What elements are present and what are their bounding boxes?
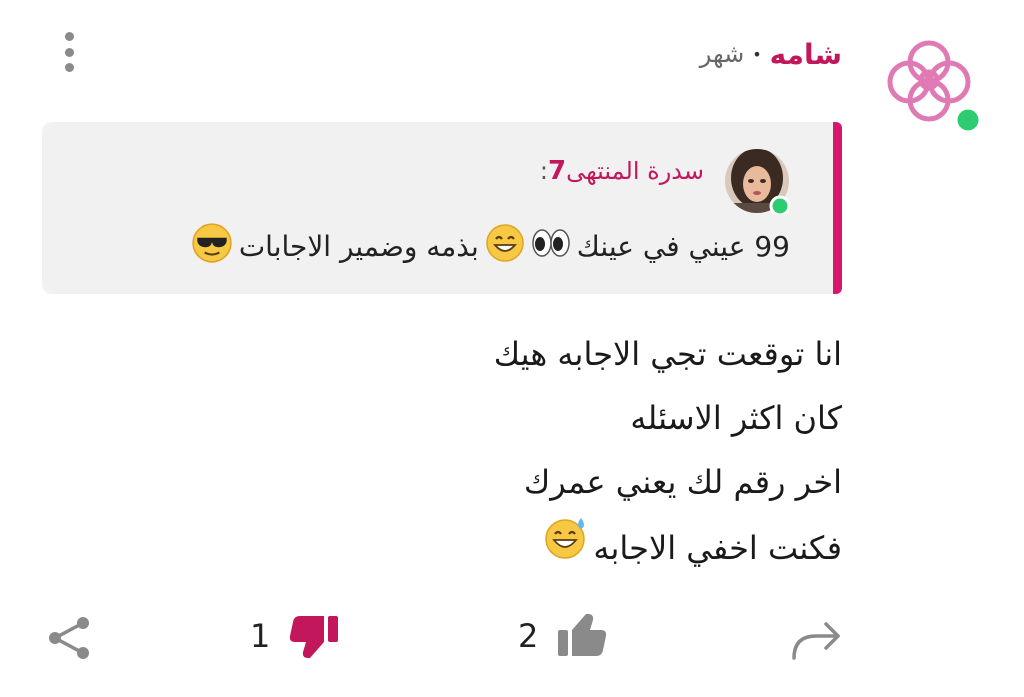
- thumbs-up-icon: [558, 614, 607, 656]
- eyes-emoji-icon: [531, 228, 571, 265]
- body-line-3: اخر رقم لك يعني عمرك: [523, 463, 842, 501]
- quote-author-name: سدرة المنتهى: [566, 157, 704, 185]
- like-button[interactable]: 2: [518, 612, 608, 660]
- reply-icon[interactable]: [790, 614, 844, 664]
- quote-text-part-2: بذمه وضمير الاجابات: [238, 230, 479, 263]
- like-count: 2: [518, 617, 539, 655]
- quote-author[interactable]: سدرة المنتهى 7 :: [540, 156, 704, 186]
- quote-text-part-1: 99 عيني في عينك: [576, 230, 790, 263]
- quote-author-suffix: 7: [548, 156, 567, 186]
- post-time: شهر: [699, 40, 745, 68]
- grinning-emoji-icon: [485, 223, 525, 270]
- quote-colon: :: [539, 157, 548, 185]
- quote-text: 99 عيني في عينك بذمه وضمير الاجابات: [191, 222, 790, 271]
- thumbs-down-icon: [290, 616, 339, 658]
- body-line-2: كان اكثر الاسئله: [630, 399, 842, 437]
- author-name[interactable]: شامه: [770, 38, 842, 71]
- quote-accent-bar: [833, 122, 842, 294]
- sunglasses-emoji-icon: [191, 222, 233, 271]
- quote-author-avatar[interactable]: [724, 148, 791, 217]
- more-options-icon[interactable]: [58, 32, 80, 72]
- quoted-reply[interactable]: سدرة المنتهى 7 : 99 عيني في عينك بذمه وض…: [42, 122, 842, 294]
- quote-online-indicator: [769, 195, 791, 217]
- dislike-count: 1: [250, 617, 271, 655]
- separator-dot: •: [752, 44, 762, 64]
- share-icon[interactable]: [46, 614, 94, 662]
- flower-avatar-icon: [887, 40, 982, 134]
- online-indicator: [954, 106, 982, 134]
- post-header: شامه • شهر: [700, 34, 842, 74]
- dislike-button[interactable]: 1: [250, 612, 340, 660]
- sweat-smile-emoji-icon: [543, 514, 589, 581]
- post-body: انا توقعت تجي الاجابه هيك كان اكثر الاسئ…: [494, 322, 842, 581]
- body-line-4: فكنت اخفي الاجابه: [593, 528, 842, 567]
- user-avatar[interactable]: [884, 40, 984, 136]
- body-line-1: انا توقعت تجي الاجابه هيك: [493, 335, 842, 373]
